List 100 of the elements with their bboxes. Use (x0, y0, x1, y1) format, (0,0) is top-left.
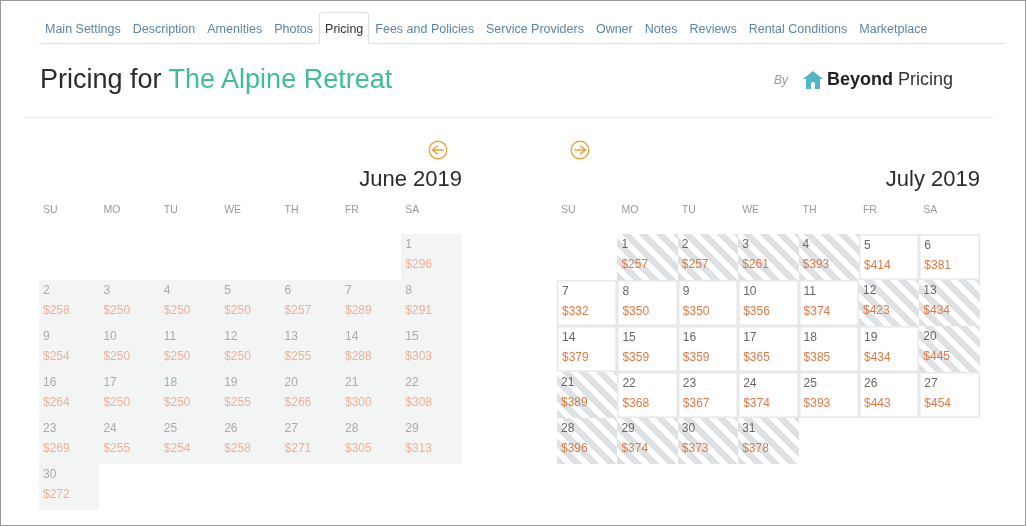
day-cell[interactable]: 2 $258 (39, 280, 100, 326)
day-number: 15 (405, 329, 420, 343)
day-cell[interactable]: 9 $350 (677, 280, 739, 326)
day-cell[interactable]: 30 $373 (677, 418, 739, 464)
day-cell[interactable]: 5 $414 (858, 234, 920, 280)
day-cell[interactable]: 18 $250 (159, 372, 221, 418)
day-cell[interactable]: 3 $261 (738, 234, 799, 280)
day-cell[interactable]: 1 $257 (617, 234, 678, 280)
tab[interactable]: Reviews (683, 12, 743, 44)
tab[interactable]: Service Providers (479, 12, 590, 44)
day-cell[interactable]: 22 $308 (401, 372, 462, 418)
price: $254 (163, 441, 192, 455)
tab[interactable]: Marketplace (853, 12, 934, 44)
day-number: 20 (923, 329, 938, 343)
weekday-label: MO (102, 202, 122, 217)
price: $356 (743, 304, 771, 318)
price: $374 (743, 396, 771, 410)
day-cell[interactable]: 18 $385 (798, 326, 859, 372)
day-cell[interactable]: 29 $374 (617, 418, 678, 464)
day-cell[interactable]: 23 $269 (39, 418, 100, 464)
day-cell[interactable]: 10 $250 (99, 326, 160, 372)
day-cell[interactable]: 30 $272 (39, 464, 100, 510)
day-cell[interactable]: 14 $379 (557, 326, 618, 372)
day-cell[interactable]: 5 $250 (220, 280, 281, 326)
day-cell[interactable]: 4 $393 (798, 234, 859, 280)
price: $393 (803, 396, 832, 410)
day-cell[interactable]: 31 $378 (738, 418, 799, 464)
tab[interactable]: Main Settings (39, 12, 127, 44)
day-cell[interactable]: 7 $289 (340, 280, 402, 326)
tab[interactable]: Fees and Policies (369, 12, 480, 44)
tab[interactable]: Rental Conditions (742, 12, 854, 44)
tab[interactable]: Description (126, 12, 202, 44)
day-cell[interactable]: 15 $359 (617, 326, 678, 372)
tab[interactable]: Pricing (319, 12, 370, 44)
day-cell[interactable]: 6 $381 (919, 234, 980, 280)
day-cell[interactable]: 24 $374 (738, 372, 799, 418)
day-cell[interactable]: 14 $288 (340, 326, 402, 372)
day-cell[interactable]: 19 $434 (858, 326, 920, 372)
day-cell[interactable]: 10 $356 (738, 280, 799, 326)
day-number: 7 (344, 283, 353, 297)
day-cell[interactable]: 17 $250 (99, 372, 160, 418)
day-cell[interactable]: 16 $359 (677, 326, 739, 372)
price: $250 (103, 349, 132, 363)
price: $296 (405, 257, 434, 271)
day-cell[interactable]: 25 $254 (159, 418, 221, 464)
day-cell[interactable]: 3 $250 (99, 280, 160, 326)
day-cell[interactable]: 20 $445 (919, 326, 980, 372)
day-number: 16 (682, 330, 698, 344)
day-cell[interactable]: 25 $393 (798, 372, 859, 418)
day-cell[interactable]: 26 $443 (858, 372, 920, 418)
day-cell[interactable]: 13 $434 (919, 280, 980, 326)
tab[interactable]: Notes (638, 12, 684, 44)
tab[interactable]: Owner (589, 12, 639, 44)
day-cell[interactable]: 9 $254 (39, 326, 100, 372)
day-cell[interactable]: 21 $389 (557, 372, 618, 418)
price: $443 (863, 396, 892, 410)
day-cell[interactable]: 13 $255 (280, 326, 341, 372)
price: $255 (103, 441, 132, 455)
day-cell[interactable]: 16 $264 (39, 372, 100, 418)
day-cell[interactable]: 19 $255 (220, 372, 281, 418)
day-cell[interactable]: 29 $313 (401, 418, 462, 464)
day-cell[interactable]: 15 $303 (401, 326, 462, 372)
price: $374 (621, 441, 650, 455)
day-cell[interactable]: 17 $365 (738, 326, 799, 372)
weekday-label: SU (42, 202, 59, 217)
next-month-icon[interactable] (570, 140, 590, 160)
day-number: 14 (562, 330, 577, 344)
day-cell[interactable]: 21 $300 (340, 372, 402, 418)
day-cell[interactable]: 11 $374 (798, 280, 859, 326)
price: $258 (224, 441, 252, 455)
day-number: 26 (863, 376, 879, 390)
day-cell[interactable]: 11 $250 (159, 326, 221, 372)
day-cell[interactable]: 28 $305 (340, 418, 402, 464)
day-cell[interactable]: 22 $368 (617, 372, 678, 418)
day-cell[interactable]: 26 $258 (220, 418, 281, 464)
day-cell[interactable]: 27 $454 (919, 372, 980, 418)
weekday-label: WE (741, 202, 761, 217)
tab[interactable]: Amenities (201, 12, 269, 44)
day-cell[interactable]: 23 $367 (677, 372, 739, 418)
day-cell[interactable]: 8 $291 (401, 280, 462, 326)
day-number: 17 (103, 375, 118, 389)
day-cell[interactable]: 12 $250 (220, 326, 281, 372)
day-cell[interactable]: 7 $332 (557, 280, 618, 326)
day-cell[interactable]: 1 $296 (401, 234, 462, 280)
price: $258 (43, 303, 71, 317)
day-cell[interactable]: 20 $266 (280, 372, 341, 418)
weekday-label: SA (404, 202, 421, 217)
day-cell[interactable]: 27 $271 (280, 418, 341, 464)
day-cell[interactable]: 24 $255 (99, 418, 160, 464)
tab[interactable]: Photos (268, 12, 320, 44)
day-number: 11 (803, 284, 818, 298)
previous-month-icon[interactable] (428, 140, 448, 160)
day-number: 10 (103, 329, 118, 343)
day-cell[interactable]: 6 $257 (280, 280, 341, 326)
day-cell[interactable]: 12 $423 (858, 280, 920, 326)
day-cell[interactable]: 8 $350 (617, 280, 678, 326)
day-cell[interactable]: 4 $250 (159, 280, 221, 326)
day-cell[interactable]: 28 $396 (557, 418, 618, 464)
day-cell[interactable]: 2 $257 (677, 234, 739, 280)
price: $272 (43, 487, 71, 501)
